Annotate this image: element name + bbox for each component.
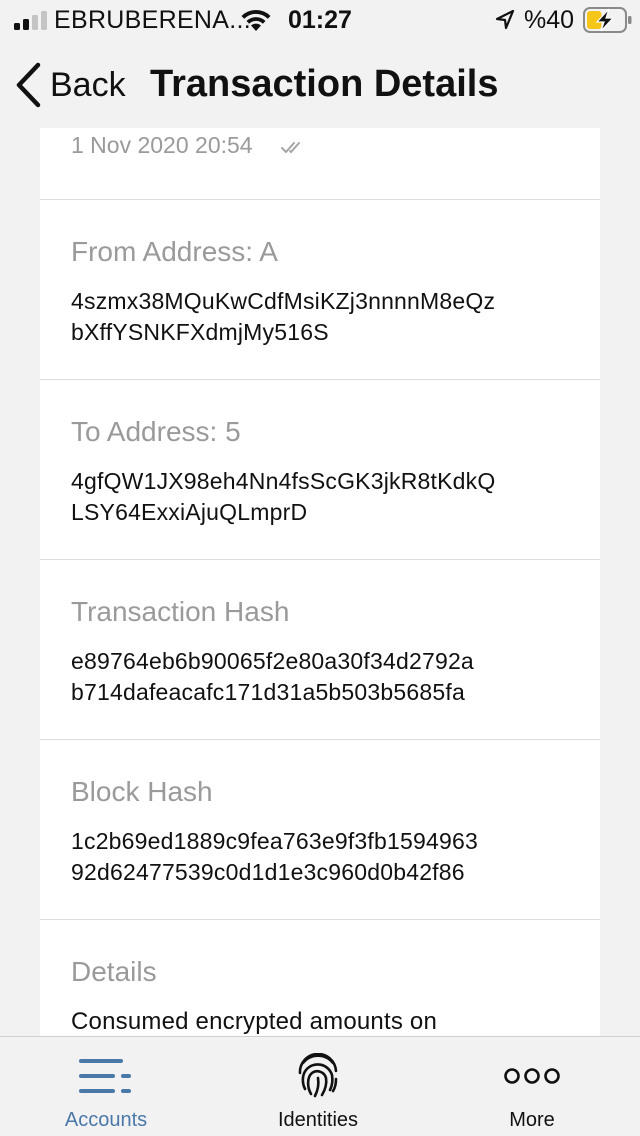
cellular-signal-icon xyxy=(14,11,47,30)
value-line: 4gfQW1JX98eh4Nn4fsScGK3jkR8tKdkQ xyxy=(71,468,496,494)
back-button[interactable]: Back xyxy=(14,60,126,110)
tab-identities-label: Identities xyxy=(277,1109,359,1131)
tab-accounts[interactable]: Accounts xyxy=(46,1037,166,1136)
location-arrow-icon xyxy=(495,9,515,30)
value-line: LSY64ExxiAjuQLmprD xyxy=(71,499,308,525)
tab-more[interactable]: More xyxy=(472,1037,592,1136)
value-line: e89764eb6b90065f2e80a30f34d2792a xyxy=(71,648,474,674)
to-address-section: To Address: 5 4gfQW1JX98eh4Nn4fsScGK3jkR… xyxy=(40,380,600,560)
battery-charging-icon xyxy=(583,7,632,33)
tab-bar: Accounts Identities More xyxy=(0,1036,640,1136)
more-dots-icon xyxy=(504,1053,560,1099)
wifi-icon xyxy=(241,9,271,31)
battery-percent: %40 xyxy=(524,6,575,34)
block-hash-value[interactable]: 1c2b69ed1889c9fea763e9f3fb1594963 92d624… xyxy=(71,826,581,888)
transaction-details-card[interactable]: 1 Nov 2020 20:54 From Address: A 4szmx38… xyxy=(40,128,600,1036)
status-time: 01:27 xyxy=(288,6,352,34)
double-check-icon xyxy=(281,142,300,153)
details-section: Details Consumed encrypted amounts on xyxy=(40,920,600,1036)
from-address-value[interactable]: 4szmx38MQuKwCdfMsiKZj3nnnnM8eQz bXffYSNK… xyxy=(71,286,581,348)
tab-identities[interactable]: Identities xyxy=(258,1037,378,1136)
fingerprint-icon xyxy=(296,1053,340,1099)
navigation-bar: Back Transaction Details xyxy=(0,42,640,128)
to-address-value[interactable]: 4gfQW1JX98eh4Nn4fsScGK3jkR8tKdkQ LSY64Ex… xyxy=(71,466,581,528)
from-address-label: From Address: A xyxy=(71,236,278,267)
screen: EBRUBERENA... 01:27 %40 Back Transaction… xyxy=(0,0,640,1136)
value-line: b714dafeacafc171d31a5b503b5685fa xyxy=(71,679,465,705)
block-hash-section: Block Hash 1c2b69ed1889c9fea763e9f3fb159… xyxy=(40,740,600,920)
details-value: Consumed encrypted amounts on xyxy=(71,1006,581,1036)
chevron-left-icon xyxy=(16,62,41,108)
status-bar: EBRUBERENA... 01:27 %40 xyxy=(0,0,640,42)
value-line: bXffYSNKFXdmjMy516S xyxy=(71,319,329,345)
transaction-hash-value[interactable]: e89764eb6b90065f2e80a30f34d2792a b714daf… xyxy=(71,646,581,708)
page-title: Transaction Details xyxy=(150,63,499,105)
transaction-timestamp: 1 Nov 2020 20:54 xyxy=(71,132,253,158)
back-label: Back xyxy=(50,65,126,104)
value-line: 1c2b69ed1889c9fea763e9f3fb1594963 xyxy=(71,828,478,854)
tab-accounts-label: Accounts xyxy=(64,1109,148,1131)
from-address-section: From Address: A 4szmx38MQuKwCdfMsiKZj3nn… xyxy=(40,200,600,380)
details-label: Details xyxy=(71,956,157,987)
transaction-hash-label: Transaction Hash xyxy=(71,596,290,627)
value-line: 92d62477539c0d1d1e3c960d0b42f86 xyxy=(71,859,465,885)
to-address-label: To Address: 5 xyxy=(71,416,241,447)
carrier-name: EBRUBERENA... xyxy=(54,6,252,34)
value-line: Consumed encrypted amounts on xyxy=(71,1008,438,1035)
tab-more-label: More xyxy=(509,1109,555,1131)
accounts-list-icon xyxy=(79,1053,133,1099)
block-hash-label: Block Hash xyxy=(71,776,213,807)
timestamp-row: 1 Nov 2020 20:54 xyxy=(40,128,600,200)
transaction-hash-section: Transaction Hash e89764eb6b90065f2e80a30… xyxy=(40,560,600,740)
value-line: 4szmx38MQuKwCdfMsiKZj3nnnnM8eQz xyxy=(71,288,496,314)
